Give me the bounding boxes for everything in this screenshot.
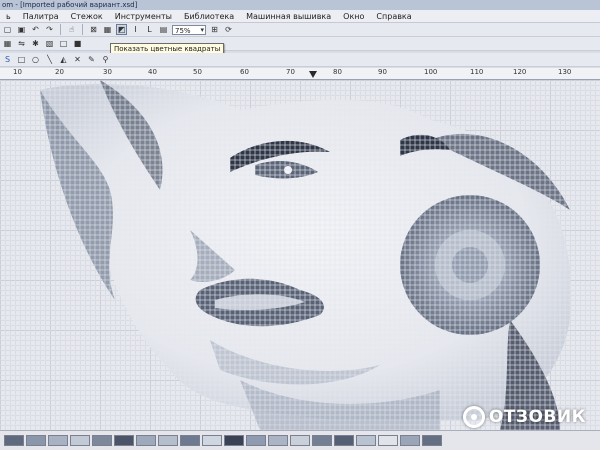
grid-icon[interactable]: ▦ xyxy=(2,38,13,49)
ruler-label: 40 xyxy=(148,68,157,76)
zoom-select[interactable]: 75% xyxy=(172,24,206,35)
menu-library[interactable]: Библиотека xyxy=(178,10,240,23)
stitch-view-icon[interactable]: ▦ xyxy=(102,24,113,35)
palette-swatch[interactable] xyxy=(246,435,266,446)
zoom-fit-icon[interactable]: ⊞ xyxy=(209,24,220,35)
palette-swatch[interactable] xyxy=(158,435,178,446)
watermark: ОТЗОВИК xyxy=(462,406,586,428)
palette-swatch[interactable] xyxy=(334,435,354,446)
palette-swatch[interactable] xyxy=(312,435,332,446)
palette-swatch[interactable] xyxy=(48,435,68,446)
palette-swatch[interactable] xyxy=(422,435,442,446)
horizontal-ruler: 10 20 30 40 50 60 70 80 90 100 110 120 1… xyxy=(0,68,600,80)
menu-machine-embroidery[interactable]: Машинная вышивка xyxy=(240,10,337,23)
ruler-label: 80 xyxy=(333,68,342,76)
redo-icon[interactable]: ↷ xyxy=(44,24,55,35)
bucket-icon[interactable]: ◭ xyxy=(58,54,69,65)
palette-swatch[interactable] xyxy=(26,435,46,446)
menu-help[interactable]: Справка xyxy=(370,10,417,23)
frame-icon[interactable]: □ xyxy=(58,38,69,49)
colored-squares-icon[interactable]: ◩ xyxy=(116,24,127,35)
ruler-label: 30 xyxy=(103,68,112,76)
palette-swatch[interactable] xyxy=(180,435,200,446)
cross-stitch-portrait xyxy=(0,80,600,430)
palette-swatch[interactable] xyxy=(202,435,222,446)
search-icon[interactable]: ⚲ xyxy=(100,54,111,65)
ruler-label: 50 xyxy=(193,68,202,76)
palette-swatch[interactable] xyxy=(136,435,156,446)
menu-palette[interactable]: Палитра xyxy=(17,10,65,23)
color-chip-icon[interactable]: ■ xyxy=(72,38,83,49)
main-toolbar: ▢ ▣ ↶ ↷ ☝ ⊠ ▦ ◩ I L ▤ 75% ⊞ ⟳ xyxy=(0,23,600,37)
menu-bar: ь Палитра Стежок Инструменты Библиотека … xyxy=(0,10,600,23)
ellipse-tool-icon[interactable]: ○ xyxy=(30,54,41,65)
palette-swatch[interactable] xyxy=(378,435,398,446)
paste-icon[interactable]: ▣ xyxy=(16,24,27,35)
undo-icon[interactable]: ↶ xyxy=(30,24,41,35)
secondary-toolbar: ▦ ⇋ ✱ ▧ □ ■ xyxy=(0,37,600,51)
pattern-canvas[interactable] xyxy=(0,80,600,430)
ruler-label: 60 xyxy=(240,68,249,76)
ruler-label: 120 xyxy=(513,68,527,76)
select-tool-icon[interactable]: S xyxy=(2,54,13,65)
menu-tools[interactable]: Инструменты xyxy=(109,10,178,23)
layers-icon[interactable]: ▤ xyxy=(158,24,169,35)
ruler-label: 20 xyxy=(55,68,64,76)
ruler-label: 110 xyxy=(470,68,484,76)
snowflake-icon[interactable]: ✱ xyxy=(30,38,41,49)
palette-swatch[interactable] xyxy=(356,435,376,446)
toolbar-separator xyxy=(60,24,61,35)
zoom-reset-icon[interactable]: ⟳ xyxy=(223,24,234,35)
menu-file[interactable]: ь xyxy=(0,10,17,23)
fill-icon[interactable]: ▧ xyxy=(44,38,55,49)
ruler-label: 10 xyxy=(13,68,22,76)
cross-stitch-icon[interactable]: ⊠ xyxy=(88,24,99,35)
mirror-icon[interactable]: ⇋ xyxy=(16,38,27,49)
menu-stitch[interactable]: Стежок xyxy=(65,10,109,23)
pointer-icon[interactable]: ☝ xyxy=(66,24,77,35)
palette-swatch[interactable] xyxy=(4,435,24,446)
wand-icon[interactable]: ✎ xyxy=(86,54,97,65)
ruler-label: 70 xyxy=(286,68,295,76)
eraser-icon[interactable]: ✕ xyxy=(72,54,83,65)
otzovik-logo-icon xyxy=(462,406,485,428)
ruler-label: 100 xyxy=(424,68,438,76)
ruler-label: 130 xyxy=(558,68,572,76)
toolbar-separator xyxy=(82,24,83,35)
window-title: om - [Imported рабочий вариант.xsd] xyxy=(0,0,600,10)
palette-swatch[interactable] xyxy=(290,435,310,446)
ruler-position-marker[interactable] xyxy=(309,71,317,78)
line-draw-icon[interactable]: ╲ xyxy=(44,54,55,65)
palette-swatch[interactable] xyxy=(114,435,134,446)
copy-icon[interactable]: ▢ xyxy=(2,24,13,35)
palette-swatch[interactable] xyxy=(70,435,90,446)
menu-window[interactable]: Окно xyxy=(337,10,370,23)
line-tool-icon[interactable]: L xyxy=(144,24,155,35)
watermark-text: ОТЗОВИК xyxy=(488,407,586,427)
palette-swatch[interactable] xyxy=(92,435,112,446)
color-palette xyxy=(0,430,600,450)
ruler-label: 90 xyxy=(378,68,387,76)
draw-toolbar: S □ ○ ╲ ◭ ✕ ✎ ⚲ xyxy=(0,53,600,67)
palette-swatch[interactable] xyxy=(400,435,420,446)
palette-swatch[interactable] xyxy=(224,435,244,446)
palette-swatch[interactable] xyxy=(268,435,288,446)
rectangle-tool-icon[interactable]: □ xyxy=(16,54,27,65)
text-tool-icon[interactable]: I xyxy=(130,24,141,35)
